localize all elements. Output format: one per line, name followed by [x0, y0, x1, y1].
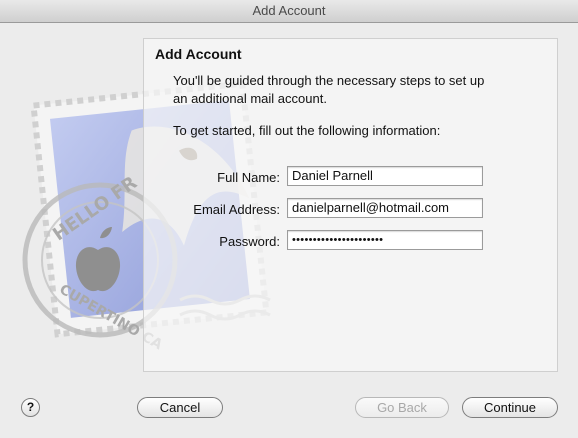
- email-field[interactable]: danielparnell@hotmail.com: [287, 198, 483, 218]
- window-title: Add Account: [0, 0, 578, 23]
- intro-text: You'll be guided through the necessary s…: [173, 72, 533, 108]
- password-field[interactable]: ••••••••••••••••••••••: [287, 230, 483, 250]
- password-label: Password:: [219, 234, 280, 249]
- cancel-button[interactable]: Cancel: [137, 397, 223, 418]
- panel-heading: Add Account: [155, 46, 242, 62]
- add-account-window: Add Account HELLO FR CUPERTINO CA Add Ac…: [0, 0, 578, 438]
- help-button[interactable]: ?: [21, 398, 40, 417]
- email-label: Email Address:: [193, 202, 280, 217]
- intro-line-1: You'll be guided through the necessary s…: [173, 73, 485, 88]
- continue-button[interactable]: Continue: [462, 397, 558, 418]
- full-name-field[interactable]: Daniel Parnell: [287, 166, 483, 186]
- go-back-button[interactable]: Go Back: [355, 397, 449, 418]
- intro-prompt: To get started, fill out the following i…: [173, 123, 441, 138]
- intro-line-2: an additional mail account.: [173, 91, 327, 106]
- full-name-label: Full Name:: [217, 170, 280, 185]
